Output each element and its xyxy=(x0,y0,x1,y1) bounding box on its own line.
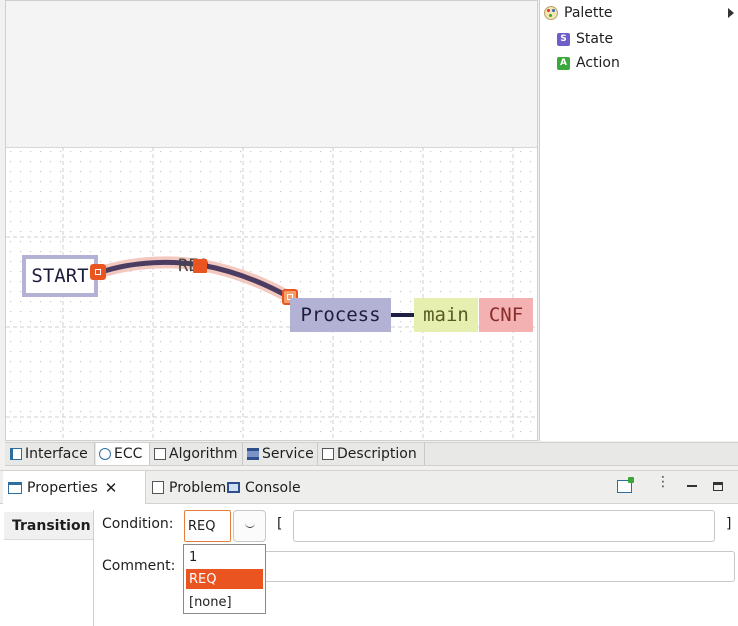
process-state[interactable]: Process xyxy=(290,298,391,332)
dropdown-option-req[interactable]: REQ xyxy=(186,569,263,589)
editor-tab-bar: Interface ECC Algorithm Service Descript… xyxy=(5,442,738,466)
condition-label: Condition: xyxy=(102,516,174,532)
ecc-canvas[interactable]: START REQ Process main CNF xyxy=(5,0,538,441)
condition-dropdown-button[interactable] xyxy=(233,510,266,542)
palette-item-action[interactable]: A Action xyxy=(557,55,620,71)
process-state-label: Process xyxy=(300,304,381,326)
interface-icon xyxy=(10,448,22,460)
start-state[interactable]: START xyxy=(22,255,98,297)
tab-algorithm[interactable]: Algorithm xyxy=(151,443,243,465)
palette-title: Palette xyxy=(564,5,613,21)
console-icon xyxy=(227,482,240,493)
description-icon xyxy=(322,448,334,460)
comment-input[interactable] xyxy=(184,551,735,582)
problems-icon xyxy=(152,481,164,494)
service-icon xyxy=(247,448,259,460)
canvas-empty-area xyxy=(6,1,537,148)
view-tab-bar: Properties ✕ Problems Console ⋮ xyxy=(0,470,738,504)
tab-console[interactable]: Console xyxy=(222,471,306,504)
dropdown-option-1[interactable]: 1 xyxy=(186,547,263,567)
properties-icon xyxy=(8,481,22,494)
pin-editor-icon[interactable] xyxy=(617,477,634,493)
ecc-icon xyxy=(99,448,111,460)
transition-mid-handle[interactable] xyxy=(193,259,207,273)
view-menu-icon[interactable]: ⋮ xyxy=(656,475,670,489)
condition-dropdown-list: 1 REQ [none] xyxy=(183,544,266,614)
palette-header[interactable]: Palette xyxy=(544,5,734,21)
tab-description[interactable]: Description xyxy=(319,443,425,465)
state-icon: S xyxy=(557,32,570,46)
properties-section-list: Transition xyxy=(4,510,94,626)
action-algorithm[interactable]: main xyxy=(414,298,478,332)
palette-item-label: Action xyxy=(576,55,620,71)
action-algorithm-label: main xyxy=(423,304,469,326)
action-output-label: CNF xyxy=(488,304,524,326)
palette-item-state[interactable]: S State xyxy=(557,31,613,47)
palette-collapse-icon[interactable] xyxy=(728,8,734,18)
chevron-down-icon xyxy=(244,522,255,528)
tab-interface[interactable]: Interface xyxy=(7,443,95,465)
tab-ecc[interactable]: ECC xyxy=(96,443,150,465)
palette-icon xyxy=(544,6,558,20)
start-state-label: START xyxy=(31,265,89,287)
maximize-icon[interactable] xyxy=(713,482,723,491)
tab-service[interactable]: Service xyxy=(244,443,318,465)
expression-open-bracket: [ xyxy=(277,516,283,532)
tab-properties[interactable]: Properties ✕ xyxy=(3,471,146,504)
close-icon[interactable]: ✕ xyxy=(105,479,118,497)
algorithm-icon xyxy=(154,448,166,460)
section-transition[interactable]: Transition xyxy=(4,512,93,540)
action-output-event[interactable]: CNF xyxy=(479,298,533,332)
transition-source-handle[interactable] xyxy=(90,264,106,280)
dropdown-option-none[interactable]: [none] xyxy=(186,592,263,612)
palette-item-label: State xyxy=(576,31,614,47)
expression-close-bracket: ] xyxy=(726,516,732,532)
condition-expression-input[interactable] xyxy=(293,510,715,542)
comment-label: Comment: xyxy=(102,558,176,574)
condition-event-input[interactable]: REQ xyxy=(184,510,231,542)
palette-panel: Palette S State A Action xyxy=(539,0,738,441)
action-icon: A xyxy=(557,56,570,70)
minimize-icon[interactable] xyxy=(687,485,697,487)
